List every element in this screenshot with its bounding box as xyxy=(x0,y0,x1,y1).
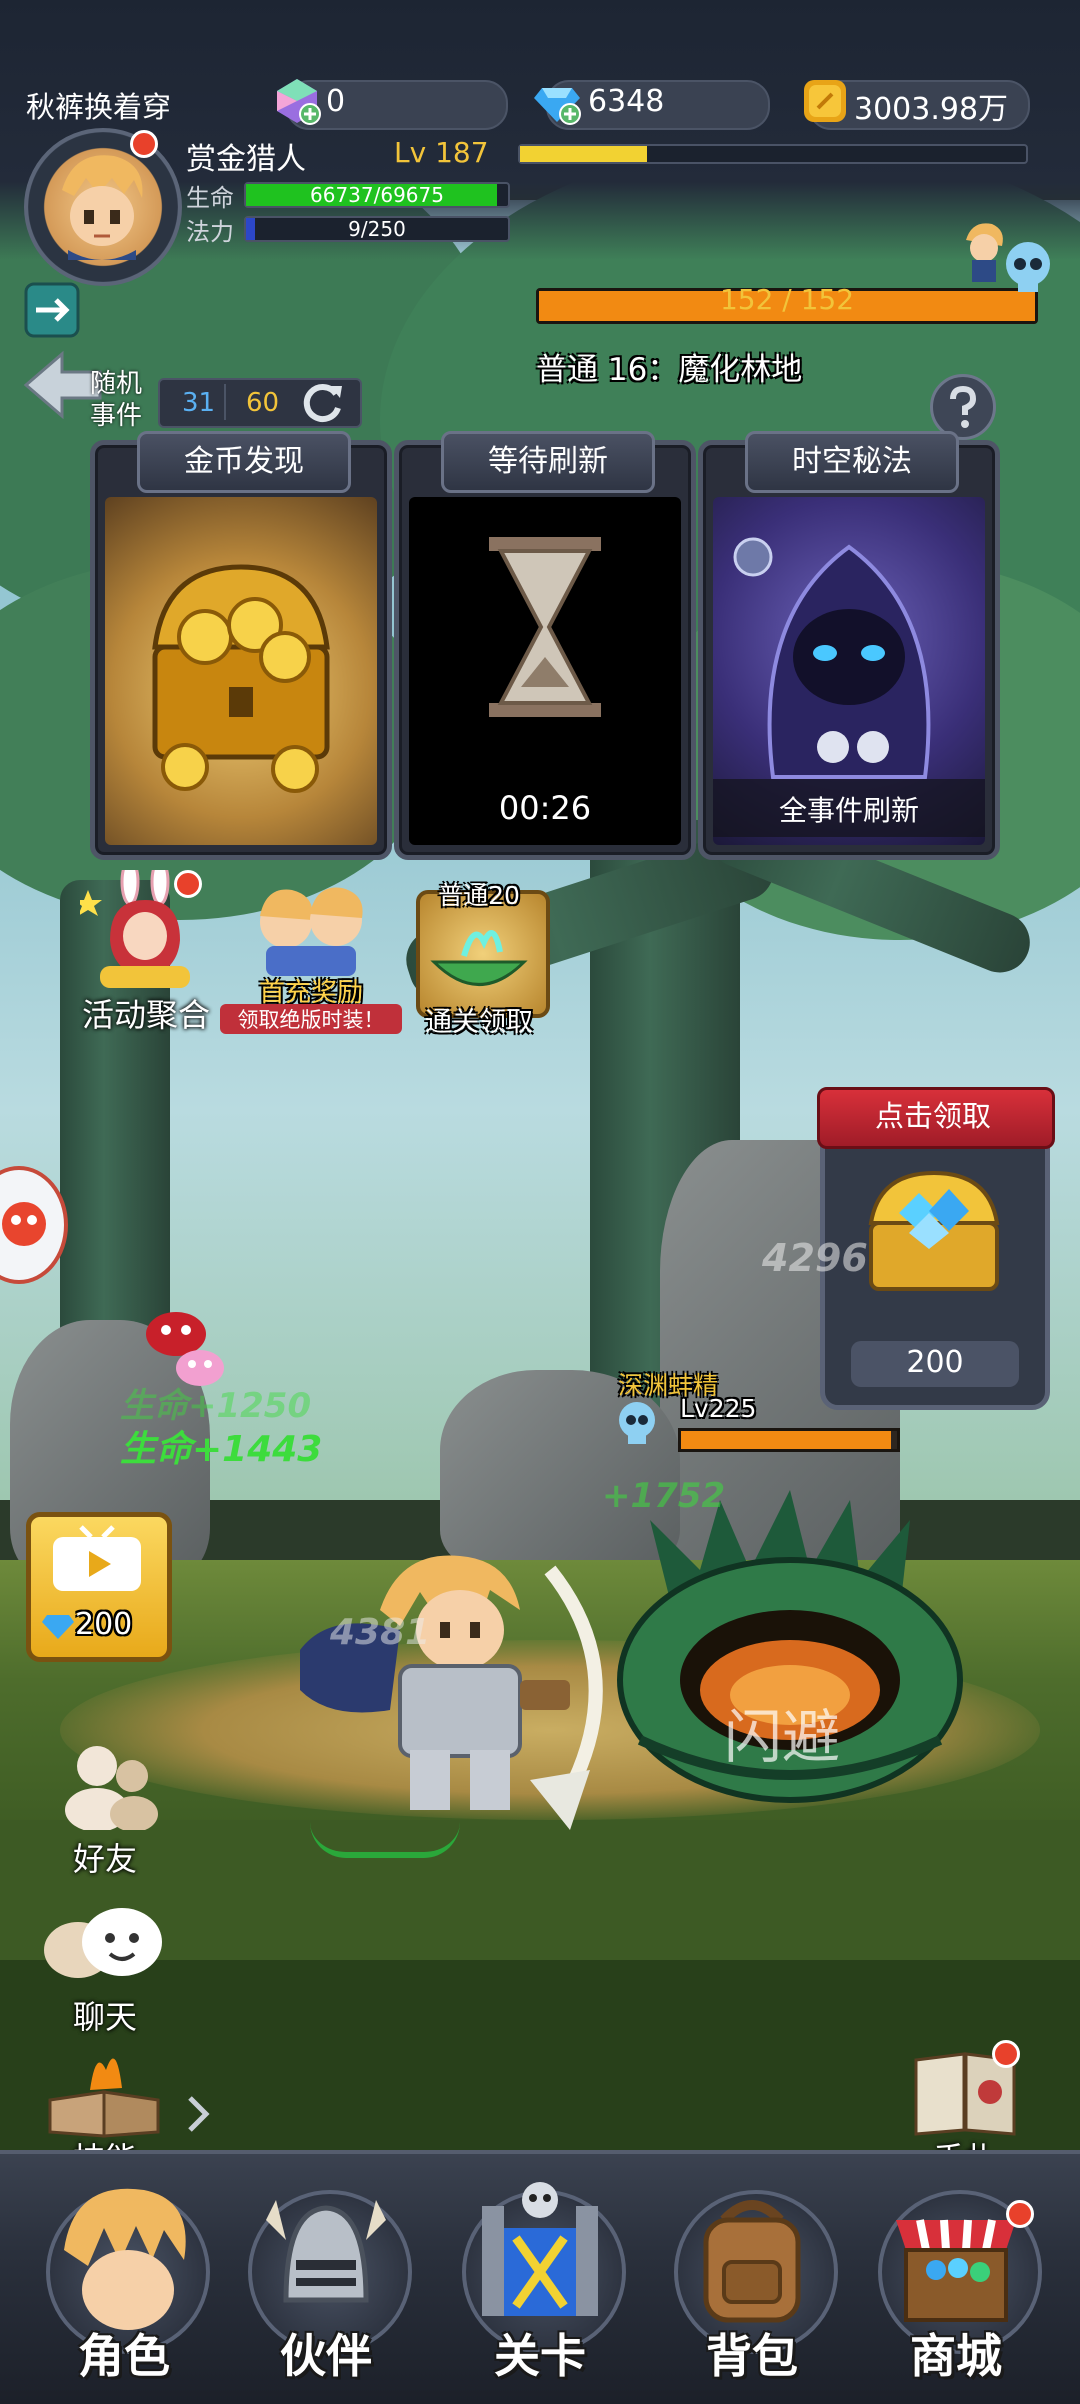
clear-reward-top: 普通20 xyxy=(438,881,520,910)
refresh-icon[interactable] xyxy=(300,380,346,426)
nav-backpack-label: 背包 xyxy=(706,2329,798,2383)
mp-label: 法力 xyxy=(186,218,234,246)
claim-amount: 200 xyxy=(906,1345,964,1380)
activity-hub-label: 活动聚合 xyxy=(81,996,210,1034)
nav-backpack[interactable]: 背包 xyxy=(652,2170,852,2400)
enemy-level: Lv225 xyxy=(680,1394,757,1423)
nav-character[interactable]: 角色 xyxy=(24,2170,224,2400)
twin-heroes-icon xyxy=(260,887,363,976)
exit-toggle-icon[interactable] xyxy=(24,282,80,338)
chat-label: 聊天 xyxy=(72,1998,137,2036)
activity-hub-button[interactable]: 活动聚合 xyxy=(70,870,220,1034)
chat-bubble-icon xyxy=(44,1908,162,1978)
damage-text-2: 4381 xyxy=(330,1612,431,1653)
hp-label: 生命 xyxy=(186,184,234,212)
card-title: 金币发现 xyxy=(137,431,351,493)
nav-shop[interactable]: 商城 xyxy=(856,2170,1056,2400)
damage-text-1: 4296 xyxy=(762,1236,868,1280)
nav-partner[interactable]: 伙伴 xyxy=(226,2170,426,2400)
clear-reward-button[interactable]: 普通20 通关领取 xyxy=(412,876,550,1038)
boss-skull-icon xyxy=(1006,242,1050,292)
random-event-label: 随机事件 xyxy=(90,369,143,431)
question-icon xyxy=(950,385,977,428)
card-title: 等待刷新 xyxy=(441,431,655,493)
nav-shop-label: 商城 xyxy=(910,2329,1002,2383)
enemy-skull-icon xyxy=(619,1402,655,1444)
clear-reward-bottom: 通关领取 xyxy=(425,1007,533,1038)
wait-timer: 00:26 xyxy=(498,789,592,827)
event-count-b: 60 xyxy=(246,388,280,418)
timespace-refresh-all[interactable]: 全事件刷新 xyxy=(713,789,985,829)
avatar-notification-dot xyxy=(130,130,158,158)
gold-coin-icon xyxy=(804,80,846,122)
mp-text: 9/250 xyxy=(348,217,406,241)
gold-count: 3003.98万 xyxy=(854,92,1009,127)
diamond-count: 6348 xyxy=(588,84,665,119)
knight-helmet-icon xyxy=(266,2200,386,2303)
stage-gate-icon xyxy=(482,2182,598,2316)
stage-progress-text: 152 / 152 xyxy=(719,283,855,316)
exp-bar xyxy=(518,144,1028,164)
stage-progress-bar: 152 / 152 xyxy=(536,283,1038,324)
hero-progress-marker-icon xyxy=(966,223,1003,282)
nav-character-label: 角色 xyxy=(78,2329,170,2383)
dodge-text: 闪避 xyxy=(724,1703,841,1771)
event-card-waiting[interactable]: 00:26 等待刷新 xyxy=(394,431,696,860)
hero-ground-arc xyxy=(310,1822,460,1858)
diamond-chest-icon xyxy=(868,1170,1000,1291)
fox-face-icon xyxy=(2,1202,46,1246)
backpack-icon xyxy=(703,2200,801,2323)
hero-face-icon xyxy=(62,155,143,260)
mp-bar: 9/250 xyxy=(244,216,510,242)
character-icon xyxy=(64,2188,186,2330)
nav-stage-label: 关卡 xyxy=(494,2329,586,2383)
enemy-hp-bar xyxy=(678,1428,900,1452)
shop-notification-dot xyxy=(1006,2200,1034,2228)
tv-play-icon xyxy=(53,1525,141,1591)
hero-character xyxy=(300,1555,603,1830)
nav-partner-label: 伙伴 xyxy=(280,2329,372,2383)
stage-name: 普通 16：魔化林地 xyxy=(536,352,803,388)
friends-icon xyxy=(65,1746,158,1830)
chevron-right-icon[interactable] xyxy=(186,2094,210,2134)
first-charge-button[interactable]: 首充奖励 领取绝版时装！ xyxy=(220,880,402,1034)
video-ad-amount: 200 xyxy=(75,1607,133,1642)
hourglass-icon xyxy=(489,537,601,717)
chat-button[interactable]: 聊天 xyxy=(30,1900,180,2040)
handbook-notification-dot xyxy=(992,2040,1020,2068)
jade-bowl-icon xyxy=(430,930,528,986)
friends-label: 好友 xyxy=(72,1840,137,1878)
player-level: Lv 187 xyxy=(394,136,489,169)
diamond-small-icon xyxy=(42,1615,74,1639)
claim-title: 点击领取 xyxy=(874,1099,991,1133)
diamond-icon xyxy=(534,88,581,125)
treasure-chest-icon xyxy=(152,564,330,793)
first-charge-sub: 领取绝版时装！ xyxy=(220,1004,402,1034)
heal-text-3: +1752 xyxy=(602,1476,726,1516)
hp-text: 66737/69675 xyxy=(310,183,444,207)
activity-notification-dot xyxy=(174,870,202,898)
player-nickname: 秋裤换着穿 xyxy=(26,90,172,124)
friends-button[interactable]: 好友 xyxy=(30,1740,180,1880)
event-card-timespace[interactable]: 全事件刷新 时空秘法 xyxy=(698,431,1000,860)
crystal-count: 0 xyxy=(326,84,346,119)
nav-stage[interactable]: 关卡 xyxy=(440,2170,640,2400)
event-card-gold[interactable]: 金币发现 xyxy=(90,431,392,860)
player-class: 赏金猎人 xyxy=(186,142,306,177)
hp-bar: 66737/69675 xyxy=(244,182,510,208)
heal-text-2: 生命+1443 xyxy=(120,1429,323,1470)
event-count-a: 31 xyxy=(182,388,216,418)
hooded-mage-icon xyxy=(733,537,931,779)
card-title: 时空秘法 xyxy=(745,431,959,493)
rainbow-crystal-icon xyxy=(277,79,321,125)
skill-book-icon xyxy=(48,2058,160,2138)
video-ad-button[interactable]: 200 xyxy=(26,1512,172,1662)
